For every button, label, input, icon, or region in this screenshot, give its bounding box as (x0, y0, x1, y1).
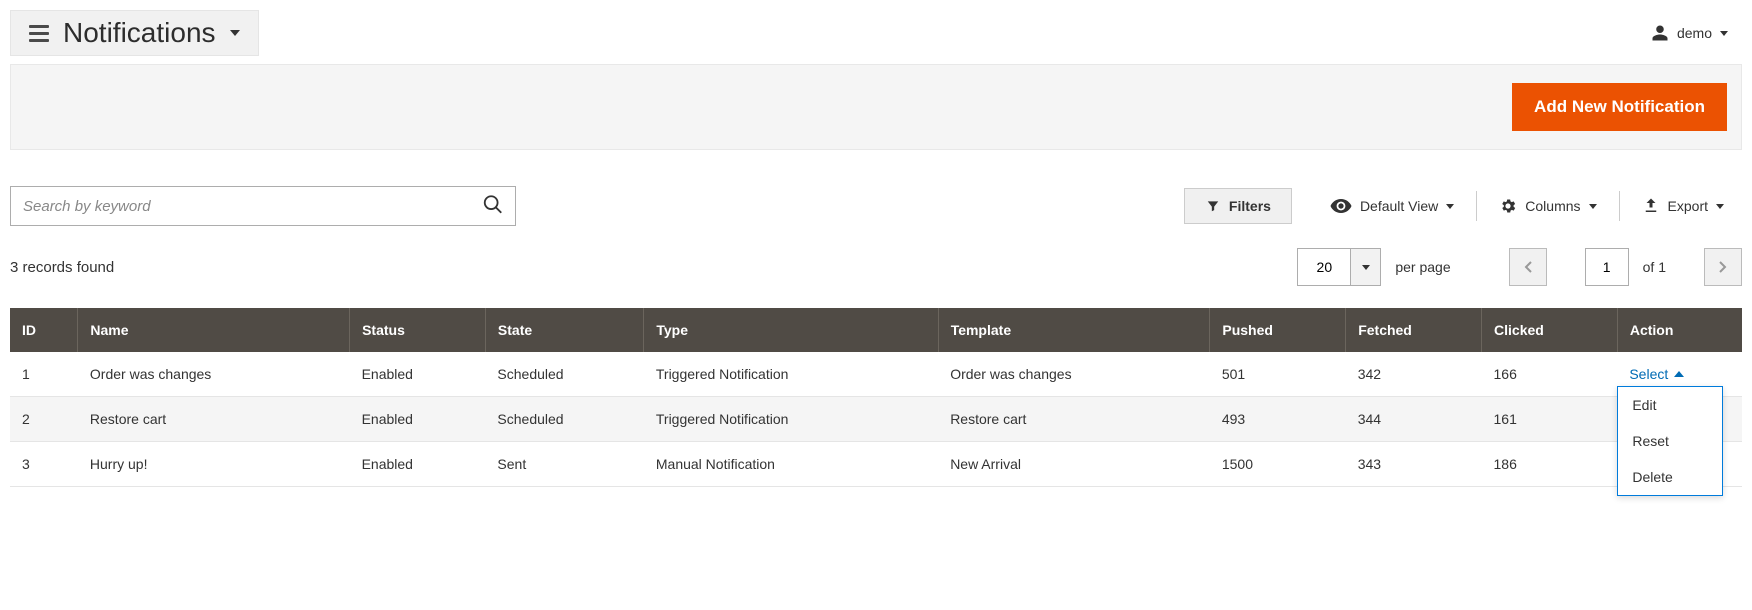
prev-page-button[interactable] (1509, 248, 1547, 286)
cell-clicked: 166 (1482, 352, 1618, 397)
col-fetched[interactable]: Fetched (1346, 308, 1482, 352)
cell-template: New Arrival (938, 442, 1210, 487)
cell-name: Hurry up! (78, 442, 350, 487)
chevron-right-icon (1718, 260, 1728, 274)
cell-clicked: 186 (1482, 442, 1618, 487)
col-status[interactable]: Status (350, 308, 486, 352)
action-select[interactable]: Select (1629, 366, 1684, 382)
export-label: Export (1668, 198, 1708, 214)
caret-down-icon (1362, 265, 1370, 270)
export-icon (1642, 197, 1660, 215)
cell-pushed: 501 (1210, 352, 1346, 397)
action-bar: Add New Notification (10, 64, 1742, 150)
col-name[interactable]: Name (78, 308, 350, 352)
filters-button[interactable]: Filters (1184, 188, 1292, 224)
page-size-dropdown[interactable] (1351, 248, 1381, 286)
search-button[interactable] (478, 190, 508, 223)
table-row[interactable]: 2Restore cartEnabledScheduledTriggered N… (10, 397, 1742, 442)
caret-down-icon (1716, 204, 1724, 209)
cell-state: Scheduled (485, 352, 643, 397)
cell-template: Restore cart (938, 397, 1210, 442)
cell-template: Order was changes (938, 352, 1210, 397)
action-delete[interactable]: Delete (1618, 459, 1722, 495)
col-action[interactable]: Action (1617, 308, 1742, 352)
page-title: Notifications (63, 17, 216, 49)
cell-status: Enabled (350, 442, 486, 487)
table-row[interactable]: 1Order was changesEnabledScheduledTrigge… (10, 352, 1742, 397)
default-view-button[interactable]: Default View (1312, 190, 1472, 222)
cell-pushed: 493 (1210, 397, 1346, 442)
cell-clicked: 161 (1482, 397, 1618, 442)
action-edit[interactable]: Edit (1618, 387, 1722, 423)
cell-status: Enabled (350, 397, 486, 442)
cell-id: 3 (10, 442, 78, 487)
page-title-dropdown[interactable]: Notifications (10, 10, 259, 56)
cell-type: Manual Notification (644, 442, 938, 487)
col-template[interactable]: Template (938, 308, 1210, 352)
caret-down-icon (230, 30, 240, 36)
col-id[interactable]: ID (10, 308, 78, 352)
default-view-label: Default View (1360, 198, 1438, 214)
filter-icon (1205, 199, 1221, 213)
columns-button[interactable]: Columns (1481, 189, 1614, 223)
user-icon (1651, 24, 1669, 42)
caret-down-icon (1589, 204, 1597, 209)
search-icon (482, 194, 504, 216)
separator (1476, 191, 1477, 221)
caret-up-icon (1674, 371, 1684, 377)
cell-name: Restore cart (78, 397, 350, 442)
caret-down-icon (1446, 204, 1454, 209)
cell-id: 2 (10, 397, 78, 442)
user-menu[interactable]: demo (1651, 24, 1742, 42)
caret-down-icon (1720, 31, 1728, 36)
separator (1619, 191, 1620, 221)
cell-state: Scheduled (485, 397, 643, 442)
current-page-input[interactable] (1585, 248, 1629, 286)
records-found: 3 records found (10, 259, 114, 276)
cell-fetched: 343 (1346, 442, 1482, 487)
cell-pushed: 1500 (1210, 442, 1346, 487)
col-pushed[interactable]: Pushed (1210, 308, 1346, 352)
eye-icon (1330, 199, 1352, 213)
cell-type: Triggered Notification (644, 352, 938, 397)
cell-id: 1 (10, 352, 78, 397)
notifications-table: ID Name Status State Type Template Pushe… (10, 308, 1742, 487)
action-reset[interactable]: Reset (1618, 423, 1722, 459)
user-name: demo (1677, 25, 1712, 41)
cell-name: Order was changes (78, 352, 350, 397)
next-page-button[interactable] (1704, 248, 1742, 286)
cell-type: Triggered Notification (644, 397, 938, 442)
of-total: of 1 (1643, 259, 1666, 275)
hamburger-icon (29, 25, 49, 42)
gear-icon (1499, 197, 1517, 215)
export-button[interactable]: Export (1624, 189, 1742, 223)
cell-fetched: 342 (1346, 352, 1482, 397)
chevron-left-icon (1523, 260, 1533, 274)
cell-status: Enabled (350, 352, 486, 397)
search-input[interactable] (10, 186, 516, 226)
page-size-input[interactable] (1297, 248, 1351, 286)
per-page-label: per page (1395, 259, 1450, 275)
cell-fetched: 344 (1346, 397, 1482, 442)
action-dropdown: Edit Reset Delete (1617, 386, 1723, 496)
filters-label: Filters (1229, 198, 1271, 214)
add-new-notification-button[interactable]: Add New Notification (1512, 83, 1727, 131)
cell-state: Sent (485, 442, 643, 487)
table-row[interactable]: 3Hurry up!EnabledSentManual Notification… (10, 442, 1742, 487)
col-clicked[interactable]: Clicked (1482, 308, 1618, 352)
col-type[interactable]: Type (644, 308, 938, 352)
col-state[interactable]: State (485, 308, 643, 352)
columns-label: Columns (1525, 198, 1580, 214)
